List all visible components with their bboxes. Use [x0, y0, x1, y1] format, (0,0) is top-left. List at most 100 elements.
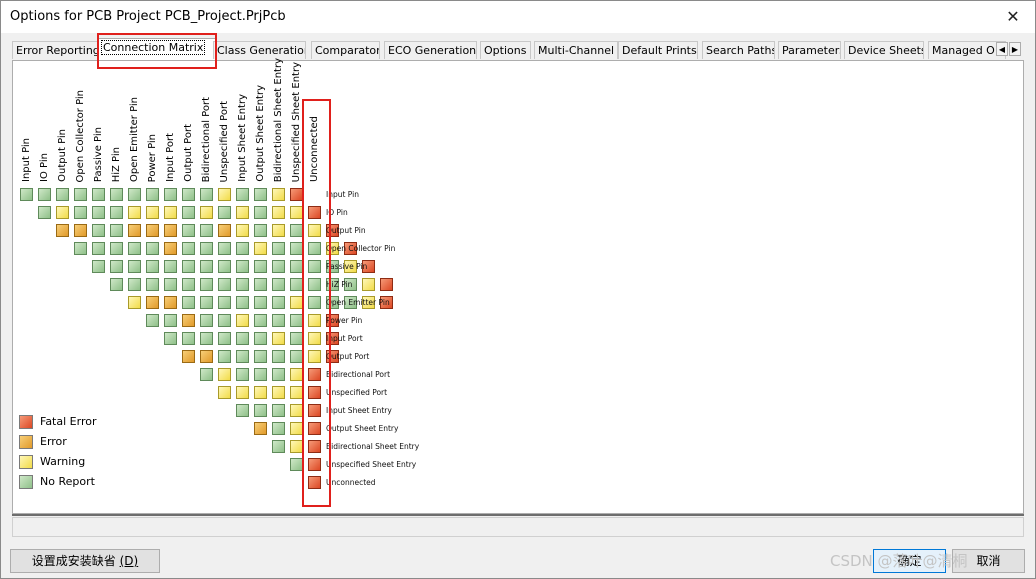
matrix-cell[interactable]	[110, 278, 123, 291]
matrix-cell[interactable]	[272, 242, 285, 255]
matrix-cell[interactable]	[164, 260, 177, 273]
matrix-cell[interactable]	[38, 206, 51, 219]
matrix-cell[interactable]	[128, 206, 141, 219]
matrix-cell[interactable]	[146, 188, 159, 201]
matrix-cell[interactable]	[146, 260, 159, 273]
matrix-cell[interactable]	[218, 368, 231, 381]
matrix-cell[interactable]	[218, 206, 231, 219]
matrix-cell[interactable]	[236, 242, 249, 255]
tab-options[interactable]: Options	[480, 41, 531, 59]
matrix-cell[interactable]	[74, 206, 87, 219]
matrix-cell[interactable]	[272, 386, 285, 399]
matrix-cell[interactable]	[254, 296, 267, 309]
tab-class-generation[interactable]: Class Generation	[213, 41, 306, 59]
matrix-cell[interactable]	[164, 296, 177, 309]
matrix-cell[interactable]	[182, 224, 195, 237]
tab-managed-o[interactable]: Managed O	[928, 41, 1006, 59]
matrix-cell[interactable]	[272, 440, 285, 453]
matrix-cell[interactable]	[182, 206, 195, 219]
matrix-cell[interactable]	[56, 188, 69, 201]
matrix-cell[interactable]	[218, 296, 231, 309]
matrix-cell[interactable]	[200, 332, 213, 345]
matrix-cell[interactable]	[128, 242, 141, 255]
matrix-cell[interactable]	[200, 206, 213, 219]
matrix-cell[interactable]	[236, 278, 249, 291]
matrix-cell[interactable]	[254, 242, 267, 255]
matrix-cell[interactable]	[254, 332, 267, 345]
matrix-cell[interactable]	[272, 296, 285, 309]
matrix-cell[interactable]	[182, 242, 195, 255]
matrix-cell[interactable]	[254, 224, 267, 237]
close-icon[interactable]: ✕	[999, 5, 1027, 29]
matrix-cell[interactable]	[146, 242, 159, 255]
tab-comparator[interactable]: Comparator	[311, 41, 380, 59]
matrix-cell[interactable]	[254, 278, 267, 291]
matrix-cell[interactable]	[236, 296, 249, 309]
matrix-cell[interactable]	[110, 206, 123, 219]
matrix-cell[interactable]	[164, 242, 177, 255]
matrix-cell[interactable]	[164, 206, 177, 219]
matrix-cell[interactable]	[218, 386, 231, 399]
matrix-cell[interactable]	[128, 224, 141, 237]
matrix-cell[interactable]	[182, 350, 195, 363]
matrix-cell[interactable]	[92, 188, 105, 201]
matrix-cell[interactable]	[272, 260, 285, 273]
matrix-cell[interactable]	[200, 350, 213, 363]
matrix-cell[interactable]	[254, 206, 267, 219]
matrix-cell[interactable]	[254, 188, 267, 201]
matrix-cell[interactable]	[92, 242, 105, 255]
matrix-cell[interactable]	[254, 314, 267, 327]
matrix-cell[interactable]	[254, 350, 267, 363]
matrix-cell[interactable]	[110, 260, 123, 273]
matrix-cell[interactable]	[164, 332, 177, 345]
matrix-cell[interactable]	[146, 278, 159, 291]
matrix-cell[interactable]	[182, 296, 195, 309]
tab-eco-generation[interactable]: ECO Generation	[384, 41, 477, 59]
matrix-cell[interactable]	[236, 368, 249, 381]
matrix-cell[interactable]	[254, 386, 267, 399]
tab-scroll-right-icon[interactable]: ▶	[1009, 42, 1021, 56]
tab-device-sheets[interactable]: Device Sheets	[844, 41, 924, 59]
matrix-cell[interactable]	[218, 332, 231, 345]
matrix-cell[interactable]	[236, 188, 249, 201]
matrix-cell[interactable]	[200, 296, 213, 309]
matrix-cell[interactable]	[236, 314, 249, 327]
matrix-cell[interactable]	[56, 206, 69, 219]
matrix-cell[interactable]	[272, 188, 285, 201]
matrix-cell[interactable]	[200, 188, 213, 201]
matrix-cell[interactable]	[146, 314, 159, 327]
matrix-cell[interactable]	[218, 350, 231, 363]
matrix-cell[interactable]	[74, 224, 87, 237]
matrix-cell[interactable]	[272, 422, 285, 435]
matrix-cell[interactable]	[254, 260, 267, 273]
tab-error-reporting[interactable]: Error Reporting	[12, 41, 102, 59]
matrix-cell[interactable]	[146, 296, 159, 309]
matrix-cell[interactable]	[92, 224, 105, 237]
matrix-cell[interactable]	[236, 332, 249, 345]
set-defaults-button[interactable]: 设置成安装缺省 (D)	[10, 549, 160, 573]
matrix-cell[interactable]	[236, 350, 249, 363]
matrix-cell[interactable]	[200, 242, 213, 255]
matrix-cell[interactable]	[128, 296, 141, 309]
matrix-cell[interactable]	[254, 404, 267, 417]
matrix-cell[interactable]	[218, 224, 231, 237]
matrix-cell[interactable]	[110, 188, 123, 201]
matrix-cell[interactable]	[218, 188, 231, 201]
matrix-cell[interactable]	[218, 260, 231, 273]
matrix-cell[interactable]	[200, 260, 213, 273]
matrix-cell[interactable]	[182, 188, 195, 201]
matrix-cell[interactable]	[254, 422, 267, 435]
matrix-cell[interactable]	[164, 314, 177, 327]
matrix-cell[interactable]	[128, 278, 141, 291]
matrix-cell[interactable]	[218, 242, 231, 255]
matrix-cell[interactable]	[146, 206, 159, 219]
matrix-cell[interactable]	[380, 278, 393, 291]
matrix-cell[interactable]	[56, 224, 69, 237]
matrix-cell[interactable]	[272, 350, 285, 363]
matrix-cell[interactable]	[200, 314, 213, 327]
matrix-cell[interactable]	[272, 404, 285, 417]
matrix-cell[interactable]	[272, 206, 285, 219]
matrix-cell[interactable]	[74, 242, 87, 255]
matrix-cell[interactable]	[236, 386, 249, 399]
matrix-cell[interactable]	[164, 188, 177, 201]
